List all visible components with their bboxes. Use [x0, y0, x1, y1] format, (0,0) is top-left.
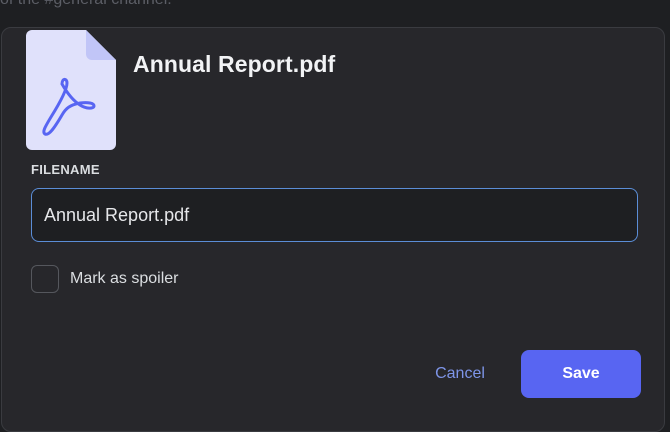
attachment-edit-dialog: Annual Report.pdf FILENAME Mark as spoil…: [1, 27, 665, 432]
save-button[interactable]: Save: [521, 350, 641, 398]
spoiler-checkbox[interactable]: [31, 265, 59, 293]
filename-label: FILENAME: [31, 162, 100, 177]
background-channel-text: of the #general channel.: [0, 0, 172, 9]
spoiler-toggle[interactable]: Mark as spoiler: [31, 265, 178, 293]
spoiler-label: Mark as spoiler: [70, 270, 179, 287]
pdf-file-icon: [26, 30, 116, 150]
file-title: Annual Report.pdf: [133, 51, 336, 77]
filename-input[interactable]: [31, 188, 638, 242]
cancel-button[interactable]: Cancel: [420, 351, 500, 397]
